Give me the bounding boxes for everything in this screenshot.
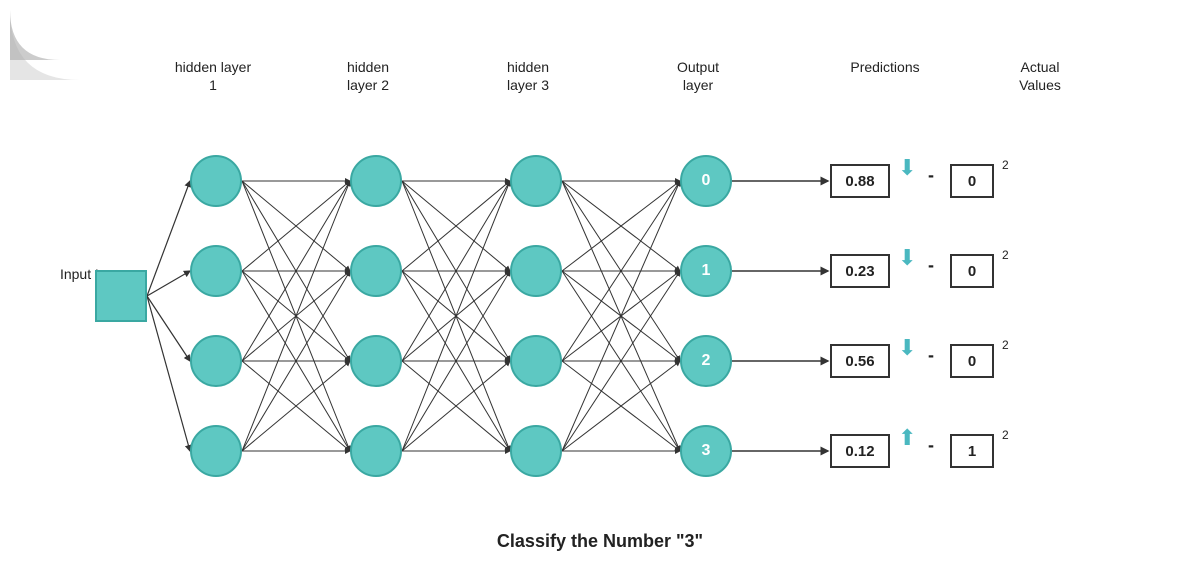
h2-node-0	[350, 155, 402, 207]
pred-box-3: 0.12	[830, 434, 890, 468]
pred-box-1: 0.23	[830, 254, 890, 288]
out-node-3: 3	[680, 425, 732, 477]
hidden1-label: hidden layer1	[168, 58, 258, 94]
out-node-0: 0	[680, 155, 732, 207]
main-container: Input Layer hidden layer1 hiddenlayer 2 …	[0, 0, 1200, 570]
dash-0: -	[928, 165, 934, 186]
h3-node-2	[510, 335, 562, 387]
arrow-down-1: ⬇	[898, 245, 916, 271]
actual-box-2: 0	[950, 344, 994, 378]
sup2-0: 2	[1002, 158, 1009, 172]
bottom-title: Classify the Number "3"	[0, 531, 1200, 552]
h2-node-3	[350, 425, 402, 477]
h3-node-0	[510, 155, 562, 207]
dash-2: -	[928, 345, 934, 366]
actual-values-label: ActualValues	[1000, 58, 1080, 94]
sup2-1: 2	[1002, 248, 1009, 262]
h1-node-2	[190, 335, 242, 387]
out-node-2: 2	[680, 335, 732, 387]
predictions-label: Predictions	[835, 58, 935, 76]
dash-1: -	[928, 255, 934, 276]
actual-box-1: 0	[950, 254, 994, 288]
h1-node-1	[190, 245, 242, 297]
actual-box-0: 0	[950, 164, 994, 198]
arrow-down-2: ⬇	[898, 335, 916, 361]
h2-node-2	[350, 335, 402, 387]
input-node	[95, 270, 147, 322]
h2-node-1	[350, 245, 402, 297]
arrow-down-0: ⬇	[898, 155, 916, 181]
h1-node-0	[190, 155, 242, 207]
h1-node-3	[190, 425, 242, 477]
actual-box-3: 1	[950, 434, 994, 468]
arrow-up-3: ⬆	[898, 425, 916, 451]
pred-box-2: 0.56	[830, 344, 890, 378]
h3-node-1	[510, 245, 562, 297]
hidden2-label: hiddenlayer 2	[328, 58, 408, 94]
pred-box-0: 0.88	[830, 164, 890, 198]
sup2-3: 2	[1002, 428, 1009, 442]
sup2-2: 2	[1002, 338, 1009, 352]
h3-node-3	[510, 425, 562, 477]
out-node-1: 1	[680, 245, 732, 297]
hidden3-label: hiddenlayer 3	[488, 58, 568, 94]
dash-3: -	[928, 435, 934, 456]
output-label: Outputlayer	[663, 58, 733, 94]
